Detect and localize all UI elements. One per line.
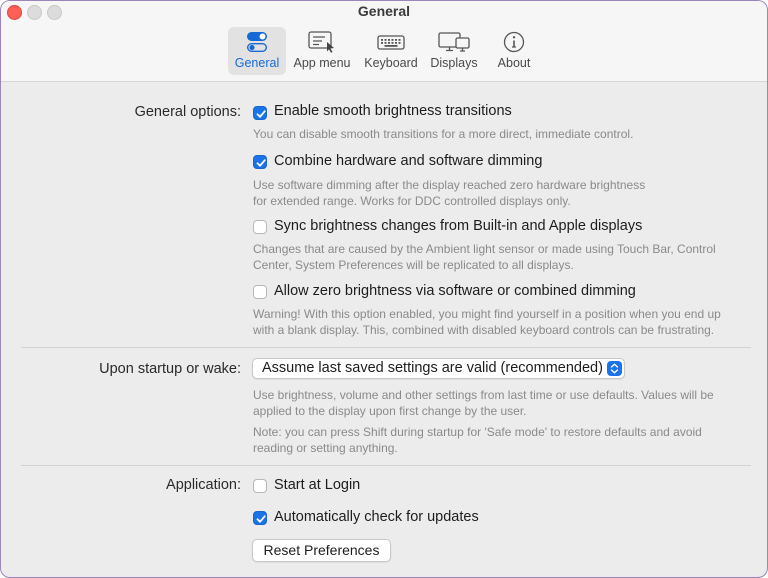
tab-label: App menu	[293, 56, 351, 70]
start-at-login-checkbox[interactable]	[253, 479, 267, 493]
check-updates-label[interactable]: Automatically check for updates	[274, 509, 479, 525]
displays-icon	[437, 30, 471, 57]
zero-brightness-label[interactable]: Allow zero brightness via software or co…	[274, 283, 636, 299]
tab-app-menu[interactable]: App menu	[290, 27, 354, 75]
tab-about[interactable]: About	[492, 27, 536, 75]
app-menu-icon	[307, 30, 337, 57]
combine-dimming-label[interactable]: Combine hardware and software dimming	[274, 153, 542, 169]
combine-dimming-description: Use software dimming after the display r…	[253, 178, 646, 208]
sync-brightness-label[interactable]: Sync brightness changes from Built-in an…	[274, 218, 642, 234]
tab-displays[interactable]: Displays	[427, 27, 481, 75]
startup-behavior-select[interactable]: Assume last saved settings are valid (re…	[252, 358, 625, 379]
smooth-brightness-description: You can disable smooth transitions for a…	[253, 127, 634, 141]
section-divider	[21, 465, 751, 466]
zero-brightness-description: Warning! With this option enabled, you m…	[253, 307, 721, 337]
tab-label: Keyboard	[364, 56, 418, 70]
title-bar: General General App menu Keyboard Displa…	[1, 1, 767, 82]
application-label: Application:	[166, 477, 241, 493]
toggles-icon	[245, 30, 269, 57]
tab-keyboard[interactable]: Keyboard	[360, 27, 422, 75]
check-updates-checkbox[interactable]	[253, 511, 267, 525]
preferences-window: General General App menu Keyboard Displa…	[0, 0, 768, 578]
section-divider	[21, 347, 751, 348]
reset-preferences-button[interactable]: Reset Preferences	[252, 539, 391, 562]
combine-dimming-checkbox[interactable]	[253, 155, 267, 169]
general-pane: General options: Enable smooth brightnes…	[1, 82, 767, 577]
tab-label: About	[497, 56, 531, 70]
smooth-brightness-label[interactable]: Enable smooth brightness transitions	[274, 103, 512, 119]
tab-label: General	[234, 56, 280, 70]
zero-brightness-checkbox[interactable]	[253, 285, 267, 299]
startup-description: Use brightness, volume and other setting…	[253, 388, 714, 418]
startup-label: Upon startup or wake:	[99, 361, 241, 377]
start-at-login-label[interactable]: Start at Login	[274, 477, 360, 493]
window-title: General	[357, 3, 411, 19]
sync-brightness-description: Changes that are caused by the Ambient l…	[253, 242, 716, 272]
tab-general[interactable]: General	[228, 27, 286, 75]
general-options-label: General options:	[134, 104, 241, 120]
smooth-brightness-checkbox[interactable]	[253, 106, 267, 120]
chevron-up-down-icon	[607, 361, 622, 376]
sync-brightness-checkbox[interactable]	[253, 220, 267, 234]
startup-selected-value: Assume last saved settings are valid (re…	[262, 360, 603, 376]
startup-note: Note: you can press Shift during startup…	[253, 425, 702, 455]
keyboard-icon	[376, 30, 406, 57]
info-icon	[502, 30, 526, 57]
tab-label: Displays	[430, 56, 478, 70]
